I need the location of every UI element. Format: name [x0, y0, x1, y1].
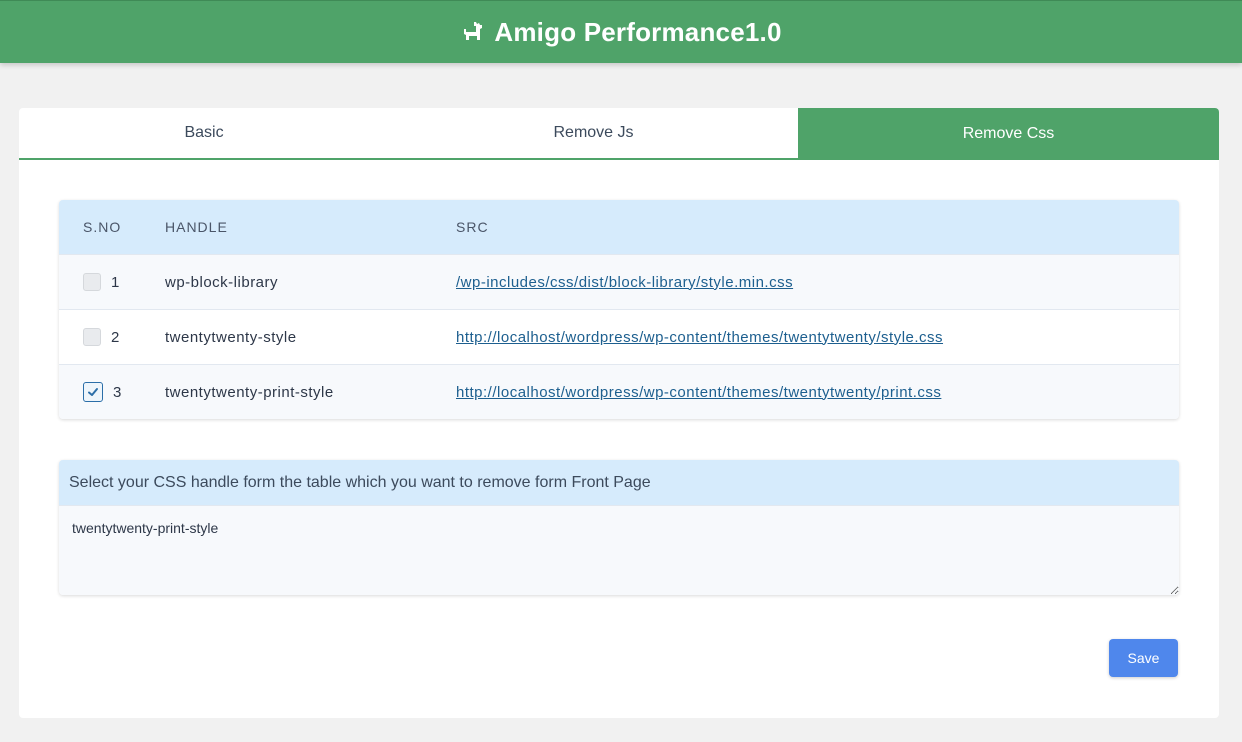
row-handle: twentytwenty-print-style [165, 383, 334, 401]
header-src: SRC [456, 219, 489, 235]
row-number: 3 [113, 383, 122, 401]
row-handle: twentytwenty-style [165, 328, 297, 346]
brand: Amigo Performance1.0 [460, 17, 781, 48]
css-handle-input-panel: Select your CSS handle form the table wh… [59, 460, 1179, 595]
table-header: S.NO HANDLE SRC [59, 200, 1179, 254]
row-src-link[interactable]: http://localhost/wordpress/wp-content/th… [456, 384, 941, 401]
table-row: 1 wp-block-library /wp-includes/css/dist… [59, 254, 1179, 309]
dog-icon [464, 22, 483, 40]
app-title: Amigo Performance1.0 [494, 16, 782, 47]
header-handle: HANDLE [165, 219, 228, 235]
settings-card: Basic Remove Js Remove Css S.NO HANDLE S… [19, 108, 1219, 718]
row-checkbox[interactable] [83, 328, 101, 346]
css-handle-textarea[interactable]: twentytwenty-print-style [59, 505, 1179, 595]
tab-basic[interactable]: Basic [19, 108, 389, 158]
css-handles-table: S.NO HANDLE SRC 1 wp-block-library /wp-i… [59, 200, 1179, 419]
row-checkbox[interactable] [83, 382, 103, 402]
table-row: 2 twentytwenty-style http://localhost/wo… [59, 309, 1179, 364]
tab-remove-js[interactable]: Remove Js [389, 108, 798, 158]
row-handle: wp-block-library [165, 273, 279, 291]
header-sno: S.NO [83, 219, 122, 235]
row-number: 2 [111, 328, 120, 346]
checkmark-icon [88, 388, 98, 396]
row-number: 1 [111, 273, 120, 291]
app-header: Amigo Performance1.0 [0, 0, 1242, 63]
tab-remove-css[interactable]: Remove Css [798, 108, 1219, 160]
css-handle-input-label: Select your CSS handle form the table wh… [59, 460, 1179, 505]
row-checkbox[interactable] [83, 273, 101, 291]
save-button[interactable]: Save [1109, 639, 1178, 677]
table-row: 3 twentytwenty-print-style http://localh… [59, 364, 1179, 419]
tab-bar: Basic Remove Js Remove Css [19, 108, 1219, 160]
row-src-link[interactable]: /wp-includes/css/dist/block-library/styl… [456, 274, 793, 291]
row-src-link[interactable]: http://localhost/wordpress/wp-content/th… [456, 329, 943, 346]
